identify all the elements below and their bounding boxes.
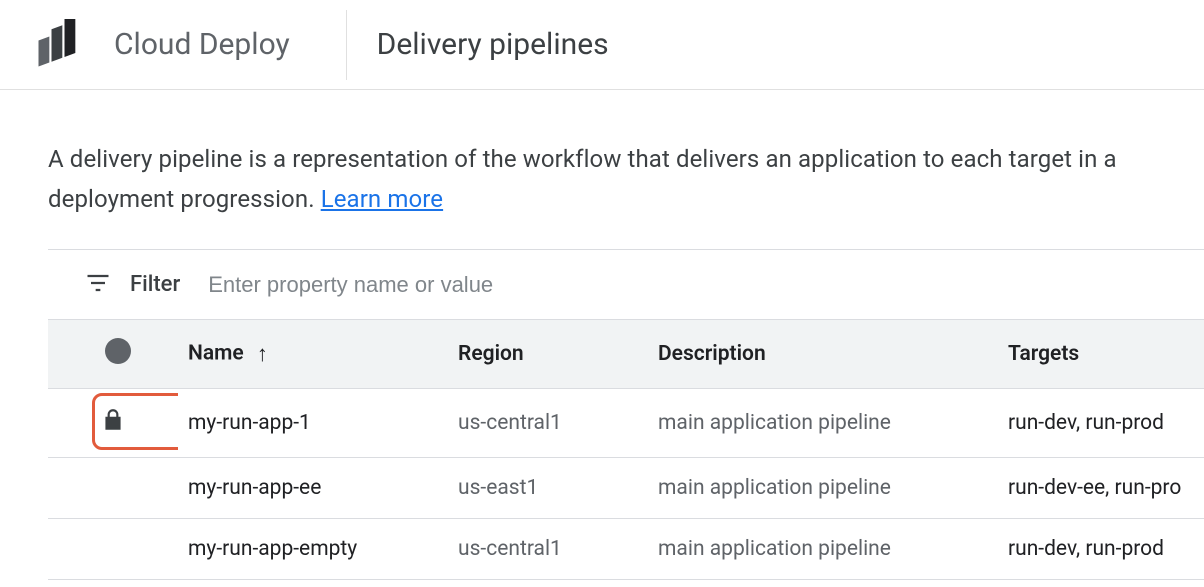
page-title: Delivery pipelines <box>347 27 609 62</box>
lock-icon <box>100 415 126 439</box>
status-cell <box>48 519 178 580</box>
sort-ascending-icon: ↑ <box>257 342 268 367</box>
column-status[interactable] <box>48 320 178 389</box>
content-area: A delivery pipeline is a representation … <box>0 90 1204 580</box>
column-targets[interactable]: Targets <box>998 320 1204 389</box>
status-dot-icon <box>105 338 131 364</box>
filter-label: Filter <box>130 272 180 297</box>
pipeline-targets: run-dev-ee, run-pro <box>998 458 1204 519</box>
pipeline-name[interactable]: my-run-app-empty <box>178 519 448 580</box>
top-bar: Cloud Deploy Delivery pipelines <box>0 0 1204 90</box>
column-name[interactable]: Name ↑ <box>178 320 448 389</box>
pipelines-table: Name ↑ Region Description Targets my-run… <box>48 319 1204 580</box>
product-name: Cloud Deploy <box>114 27 346 62</box>
column-description[interactable]: Description <box>648 320 998 389</box>
column-region[interactable]: Region <box>448 320 648 389</box>
filter-icon[interactable] <box>84 269 112 301</box>
pipeline-description: main application pipeline <box>648 458 998 519</box>
table-header-row: Name ↑ Region Description Targets <box>48 320 1204 389</box>
pipeline-region: us-east1 <box>448 458 648 519</box>
pipeline-name[interactable]: my-run-app-1 <box>178 389 448 458</box>
filter-bar: Filter <box>48 249 1204 319</box>
pipeline-targets: run-dev, run-prod <box>998 519 1204 580</box>
status-cell <box>48 458 178 519</box>
table-row[interactable]: my-run-app-eeus-east1main application pi… <box>48 458 1204 519</box>
pipeline-targets: run-dev, run-prod <box>998 389 1204 458</box>
table-row[interactable]: my-run-app-1us-central1main application … <box>48 389 1204 458</box>
intro-text-body: A delivery pipeline is a representation … <box>48 145 1117 213</box>
column-name-label: Name <box>188 342 244 366</box>
pipeline-description: main application pipeline <box>648 519 998 580</box>
learn-more-link[interactable]: Learn more <box>321 185 443 213</box>
cloud-deploy-logo-icon <box>28 15 88 75</box>
filter-input[interactable] <box>198 272 1204 298</box>
status-cell <box>48 389 178 458</box>
pipeline-description: main application pipeline <box>648 389 998 458</box>
intro-text: A delivery pipeline is a representation … <box>48 140 1204 219</box>
pipeline-name[interactable]: my-run-app-ee <box>178 458 448 519</box>
pipeline-region: us-central1 <box>448 519 648 580</box>
pipeline-region: us-central1 <box>448 389 648 458</box>
table-row[interactable]: my-run-app-emptyus-central1main applicat… <box>48 519 1204 580</box>
